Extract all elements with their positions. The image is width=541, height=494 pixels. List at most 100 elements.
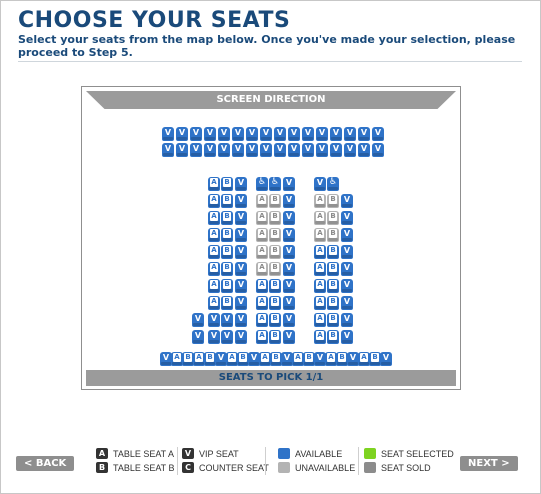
seat[interactable]: V: [358, 127, 370, 141]
next-button[interactable]: NEXT >: [460, 456, 518, 471]
seat[interactable]: V: [283, 262, 295, 276]
seat[interactable]: A: [208, 296, 220, 310]
seat[interactable]: V: [235, 245, 247, 259]
seat[interactable]: V: [372, 143, 384, 157]
seat[interactable]: V: [330, 127, 342, 141]
seat[interactable]: V: [283, 330, 295, 344]
wheelchair-seat[interactable]: ♿: [256, 177, 268, 191]
seat[interactable]: V: [235, 211, 247, 225]
seat[interactable]: B: [221, 211, 233, 225]
seat[interactable]: B: [269, 279, 281, 293]
seat[interactable]: B: [221, 296, 233, 310]
seat[interactable]: V: [221, 330, 233, 344]
seat[interactable]: B: [327, 313, 339, 327]
seat[interactable]: V: [380, 352, 392, 366]
seat[interactable]: B: [327, 279, 339, 293]
seat[interactable]: V: [208, 313, 220, 327]
seat[interactable]: V: [341, 262, 353, 276]
seat[interactable]: A: [208, 228, 220, 242]
seat[interactable]: V: [358, 143, 370, 157]
seat[interactable]: V: [330, 143, 342, 157]
seat[interactable]: V: [344, 127, 356, 141]
seat[interactable]: V: [235, 279, 247, 293]
seat[interactable]: V: [162, 127, 174, 141]
seat[interactable]: V: [341, 313, 353, 327]
seat[interactable]: B: [221, 262, 233, 276]
seat[interactable]: V: [302, 143, 314, 157]
seat[interactable]: V: [246, 127, 258, 141]
seat[interactable]: A: [256, 313, 268, 327]
seat[interactable]: V: [260, 127, 272, 141]
seat[interactable]: V: [372, 127, 384, 141]
seat[interactable]: V: [162, 143, 174, 157]
seat[interactable]: V: [235, 313, 247, 327]
seat[interactable]: B: [221, 177, 233, 191]
seat[interactable]: V: [204, 127, 216, 141]
seat[interactable]: V: [341, 330, 353, 344]
seat[interactable]: V: [192, 330, 204, 344]
seat[interactable]: V: [218, 143, 230, 157]
seat[interactable]: V: [235, 194, 247, 208]
seat[interactable]: V: [274, 127, 286, 141]
seat[interactable]: V: [232, 127, 244, 141]
wheelchair-seat[interactable]: ♿: [269, 177, 281, 191]
seat[interactable]: B: [221, 194, 233, 208]
seat[interactable]: A: [314, 279, 326, 293]
seat[interactable]: B: [269, 313, 281, 327]
seat[interactable]: B: [327, 296, 339, 310]
seat[interactable]: V: [283, 279, 295, 293]
seat[interactable]: V: [341, 245, 353, 259]
wheelchair-seat[interactable]: ♿: [327, 177, 339, 191]
seat[interactable]: V: [316, 127, 328, 141]
seat[interactable]: V: [283, 228, 295, 242]
seat[interactable]: B: [221, 228, 233, 242]
seat[interactable]: V: [288, 143, 300, 157]
seat[interactable]: A: [208, 194, 220, 208]
seat[interactable]: V: [283, 194, 295, 208]
seat[interactable]: A: [208, 262, 220, 276]
seat[interactable]: V: [314, 177, 326, 191]
seat[interactable]: B: [269, 330, 281, 344]
seat[interactable]: A: [256, 296, 268, 310]
seat[interactable]: B: [327, 330, 339, 344]
seat[interactable]: V: [283, 177, 295, 191]
seat[interactable]: V: [283, 313, 295, 327]
seat[interactable]: A: [256, 330, 268, 344]
seat[interactable]: V: [204, 143, 216, 157]
seat[interactable]: V: [235, 177, 247, 191]
seat[interactable]: V: [283, 296, 295, 310]
seat[interactable]: V: [176, 127, 188, 141]
seat[interactable]: V: [341, 296, 353, 310]
seat[interactable]: B: [221, 279, 233, 293]
seat[interactable]: V: [221, 313, 233, 327]
seat[interactable]: V: [190, 127, 202, 141]
seat[interactable]: A: [314, 296, 326, 310]
seat[interactable]: V: [341, 194, 353, 208]
seat[interactable]: V: [235, 228, 247, 242]
seat[interactable]: V: [246, 143, 258, 157]
seat[interactable]: V: [218, 127, 230, 141]
seat[interactable]: V: [208, 330, 220, 344]
seat[interactable]: A: [208, 177, 220, 191]
seat[interactable]: V: [341, 211, 353, 225]
seat[interactable]: A: [208, 279, 220, 293]
seat[interactable]: V: [235, 330, 247, 344]
seat[interactable]: A: [314, 245, 326, 259]
seat[interactable]: V: [288, 127, 300, 141]
seat[interactable]: V: [192, 313, 204, 327]
seat[interactable]: A: [314, 313, 326, 327]
seat[interactable]: V: [176, 143, 188, 157]
seat[interactable]: A: [208, 211, 220, 225]
seat[interactable]: V: [283, 245, 295, 259]
seat[interactable]: B: [327, 245, 339, 259]
seat[interactable]: V: [260, 143, 272, 157]
seat[interactable]: V: [341, 279, 353, 293]
seat[interactable]: V: [232, 143, 244, 157]
seat[interactable]: A: [208, 245, 220, 259]
seat[interactable]: V: [190, 143, 202, 157]
back-button[interactable]: < BACK: [16, 456, 75, 471]
seat[interactable]: B: [221, 245, 233, 259]
seat[interactable]: V: [235, 296, 247, 310]
seat[interactable]: V: [316, 143, 328, 157]
seat[interactable]: V: [341, 228, 353, 242]
